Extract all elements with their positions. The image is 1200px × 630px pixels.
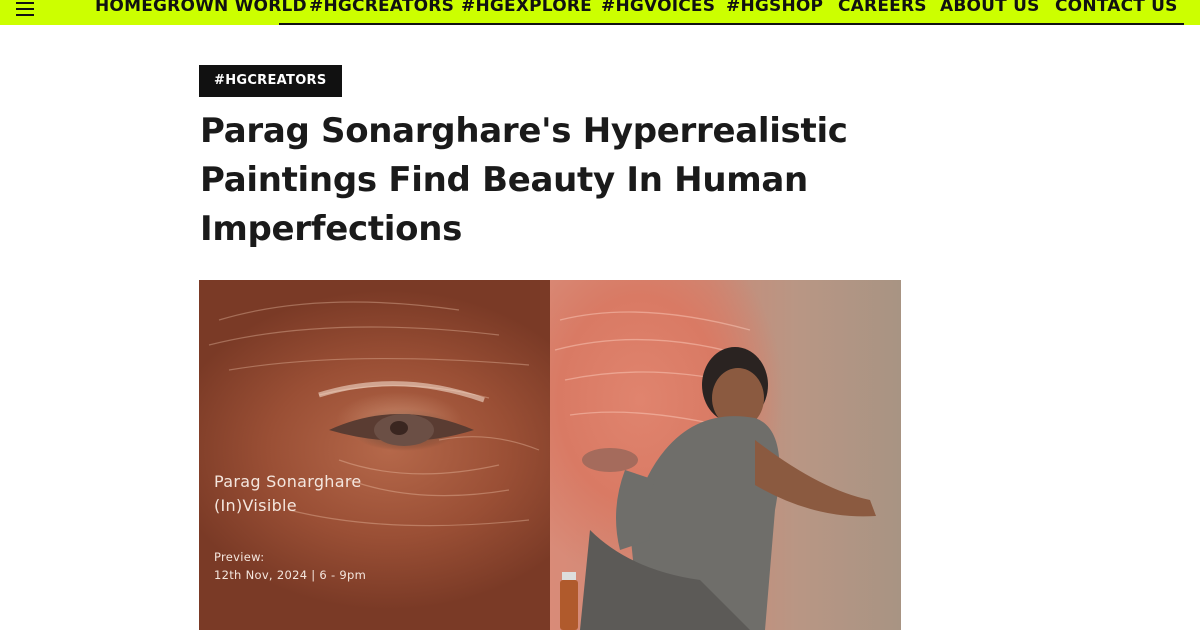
top-navbar: HOMEGROWN WORLD #HGCREATORS #HGEXPLORE #…	[0, 0, 1200, 25]
nav-item-about-us[interactable]: ABOUT US	[940, 0, 1040, 18]
hero-image: Parag Sonarghare (In)Visible Preview: 12…	[199, 280, 901, 630]
poster-preview-label: Preview:	[214, 550, 265, 564]
poster-preview: Preview: 12th Nov, 2024 | 6 - 9pm	[214, 548, 366, 584]
main-nav: HOMEGROWN WORLD #HGCREATORS #HGEXPLORE #…	[0, 0, 1200, 18]
poster-title: Parag Sonarghare (In)Visible	[214, 470, 362, 518]
nav-item-careers[interactable]: CAREERS	[838, 0, 927, 18]
nav-item-hgexplore[interactable]: #HGEXPLORE	[461, 0, 592, 18]
nav-underline	[279, 23, 1184, 25]
poster-preview-date: 12th Nov, 2024 | 6 - 9pm	[214, 568, 367, 582]
poster-show: (In)Visible	[214, 496, 297, 515]
nav-item-homegrown-world[interactable]: HOMEGROWN WORLD	[95, 0, 307, 18]
category-tag[interactable]: #HGCREATORS	[199, 65, 342, 97]
hero-poster-panel: Parag Sonarghare (In)Visible Preview: 12…	[199, 280, 550, 630]
nav-item-hgshop[interactable]: #HGSHOP	[726, 0, 823, 18]
hero-painter-panel	[550, 280, 901, 630]
article-title: Parag Sonarghare's Hyperrealistic Painti…	[200, 111, 848, 249]
painter-at-work-illustration	[554, 311, 876, 630]
nav-item-hgcreators[interactable]: #HGCREATORS	[309, 0, 454, 18]
nav-item-contact-us[interactable]: CONTACT US	[1055, 0, 1178, 18]
nav-item-hgvoices[interactable]: #HGVOICES	[601, 0, 715, 18]
poster-artist: Parag Sonarghare	[214, 472, 362, 491]
